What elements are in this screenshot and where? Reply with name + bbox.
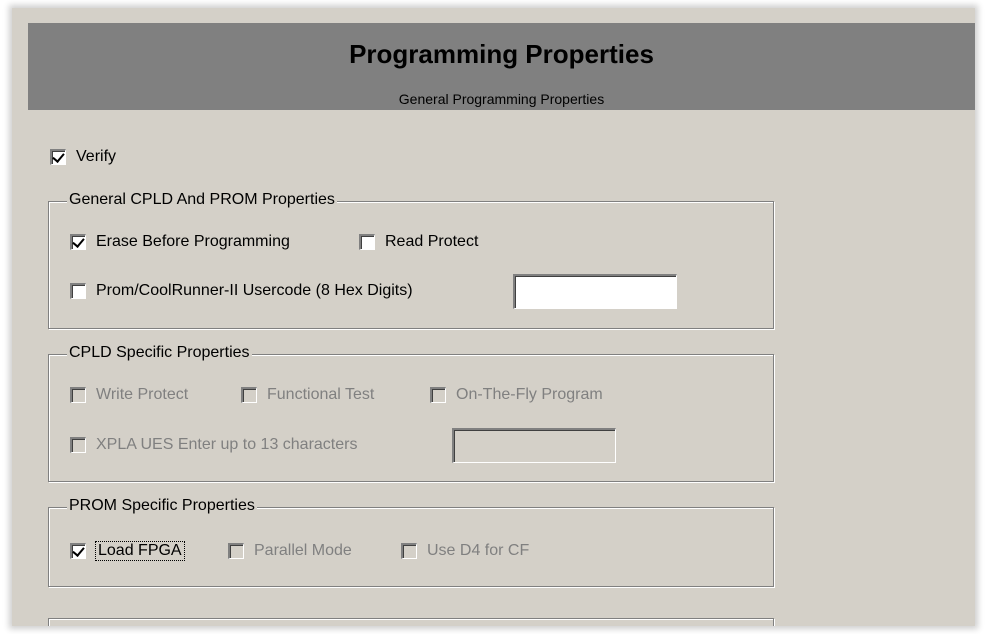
write-protect-box[interactable]: [70, 387, 86, 403]
verify-label: Verify: [76, 148, 117, 165]
cpld-properties-group: CPLD Specific Properties: [48, 344, 774, 482]
page-subtitle: General Programming Properties: [398, 91, 605, 107]
write-protect-label: Write Protect: [96, 386, 189, 403]
write-protect-checkbox[interactable]: Write Protect: [70, 386, 188, 404]
use-d4-for-cf-box[interactable]: [401, 543, 417, 559]
header-banner: Programming Properties General Programmi…: [28, 23, 975, 110]
xpla-ues-label: XPLA UES Enter up to 13 characters: [96, 436, 358, 453]
general-properties-group: General CPLD And PROM Properties: [48, 191, 774, 329]
usercode-checkbox[interactable]: Prom/CoolRunner-II Usercode (8 Hex Digit…: [70, 282, 413, 300]
read-protect-checkbox[interactable]: Read Protect: [359, 233, 478, 251]
xpla-ues-box[interactable]: [70, 437, 86, 453]
xpla-ues-checkbox[interactable]: XPLA UES Enter up to 13 characters: [70, 436, 357, 454]
prom-properties-group-title: PROM Specific Properties: [67, 497, 257, 515]
parallel-mode-checkbox[interactable]: Parallel Mode: [228, 542, 352, 560]
usercode-box[interactable]: [70, 283, 86, 299]
load-fpga-checkbox[interactable]: Load FPGA: [70, 541, 185, 561]
next-properties-group: [48, 618, 774, 626]
functional-test-checkbox[interactable]: Functional Test: [241, 386, 374, 404]
load-fpga-label: Load FPGA: [95, 541, 185, 561]
verify-checkbox[interactable]: Verify: [50, 148, 116, 166]
use-d4-for-cf-label: Use D4 for CF: [427, 542, 530, 559]
usercode-label: Prom/CoolRunner-II Usercode (8 Hex Digit…: [96, 282, 413, 299]
erase-before-programming-checkbox[interactable]: Erase Before Programming: [70, 233, 290, 251]
use-d4-for-cf-checkbox[interactable]: Use D4 for CF: [401, 542, 529, 560]
on-the-fly-program-box[interactable]: [430, 387, 446, 403]
on-the-fly-program-label: On-The-Fly Program: [456, 386, 603, 403]
erase-before-programming-box[interactable]: [70, 234, 86, 250]
read-protect-box[interactable]: [359, 234, 375, 250]
page-title: Programming Properties: [349, 39, 654, 69]
parallel-mode-box[interactable]: [228, 543, 244, 559]
general-properties-group-title: General CPLD And PROM Properties: [67, 191, 337, 209]
erase-before-programming-label: Erase Before Programming: [96, 233, 290, 250]
verify-checkbox-box[interactable]: [50, 149, 66, 165]
functional-test-label: Functional Test: [267, 386, 375, 403]
load-fpga-box[interactable]: [70, 543, 86, 559]
programming-properties-dialog: Programming Properties General Programmi…: [12, 8, 975, 626]
usercode-input[interactable]: [513, 274, 677, 309]
parallel-mode-label: Parallel Mode: [254, 542, 352, 559]
read-protect-label: Read Protect: [385, 233, 479, 250]
xpla-ues-input[interactable]: [452, 428, 616, 463]
functional-test-box[interactable]: [241, 387, 257, 403]
cpld-properties-group-title: CPLD Specific Properties: [67, 344, 252, 362]
on-the-fly-program-checkbox[interactable]: On-The-Fly Program: [430, 386, 603, 404]
